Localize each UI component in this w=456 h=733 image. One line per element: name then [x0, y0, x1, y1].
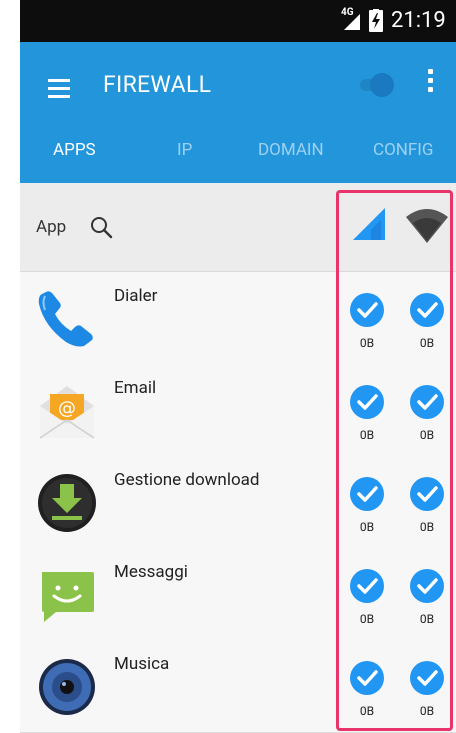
wifi-bytes: 0B [419, 428, 435, 442]
app-bar: FIREWALL APPS IP DOMAIN CONFIG [20, 42, 456, 183]
app-name: Musica [114, 654, 170, 674]
mobile-allowed-check-icon[interactable] [350, 569, 384, 603]
list-item[interactable]: Gestione download 0B 0B [20, 456, 456, 549]
mobile-bytes: 0B [359, 704, 375, 718]
wifi-bytes: 0B [419, 520, 435, 534]
app-name: Messaggi [114, 562, 188, 582]
tab-ip[interactable]: IP [177, 139, 192, 161]
mobile-allowed-check-icon[interactable] [350, 293, 384, 327]
phone-icon [38, 291, 93, 347]
mobile-allowed-check-icon[interactable] [350, 385, 384, 419]
app-name: Dialer [114, 286, 158, 306]
music-icon [39, 659, 95, 715]
app-column-label: App [36, 217, 67, 237]
tab-apps[interactable]: APPS [53, 139, 96, 161]
mobile-allowed-check-icon[interactable] [350, 661, 384, 695]
app-name: Gestione download [114, 470, 260, 490]
hamburger-menu-icon[interactable] [48, 79, 70, 98]
list-item[interactable]: @ Email 0B 0B [20, 364, 456, 457]
tab-domain[interactable]: DOMAIN [258, 139, 324, 161]
wifi-allowed-check-icon[interactable] [410, 661, 444, 695]
battery-icon [369, 9, 383, 32]
search-icon[interactable] [89, 215, 113, 239]
wifi-allowed-check-icon[interactable] [410, 385, 444, 419]
list-header: App [20, 183, 456, 272]
list-item[interactable]: Musica 0B 0B [20, 640, 456, 733]
status-bar: 4G 21:19 [20, 0, 456, 42]
signal-strength-icon [344, 14, 360, 30]
wifi-bytes: 0B [419, 704, 435, 718]
wifi-bytes: 0B [419, 612, 435, 626]
more-options-icon[interactable] [426, 69, 434, 99]
list-item[interactable]: Dialer 0B 0B [20, 272, 456, 365]
wifi-allowed-check-icon[interactable] [410, 477, 444, 511]
mobile-bytes: 0B [359, 336, 375, 350]
messaging-icon [42, 572, 94, 622]
app-name: Email [114, 378, 157, 398]
status-time: 21:19 [391, 8, 446, 33]
tab-config[interactable]: CONFIG [373, 139, 434, 161]
app-title: FIREWALL [103, 71, 212, 98]
wifi-allowed-check-icon[interactable] [410, 569, 444, 603]
download-icon [38, 474, 96, 532]
wifi-icon[interactable] [404, 205, 450, 245]
mobile-bytes: 0B [359, 612, 375, 626]
mobile-bytes: 0B [359, 520, 375, 534]
email-icon: @ [39, 386, 95, 439]
mobile-bytes: 0B [359, 428, 375, 442]
wifi-bytes: 0B [419, 336, 435, 350]
wifi-allowed-check-icon[interactable] [410, 293, 444, 327]
list-item[interactable]: Messaggi 0B 0B [20, 548, 456, 641]
firewall-toggle[interactable] [354, 70, 402, 100]
svg-text:@: @ [58, 398, 76, 419]
mobile-data-icon[interactable] [351, 206, 391, 242]
mobile-allowed-check-icon[interactable] [350, 477, 384, 511]
